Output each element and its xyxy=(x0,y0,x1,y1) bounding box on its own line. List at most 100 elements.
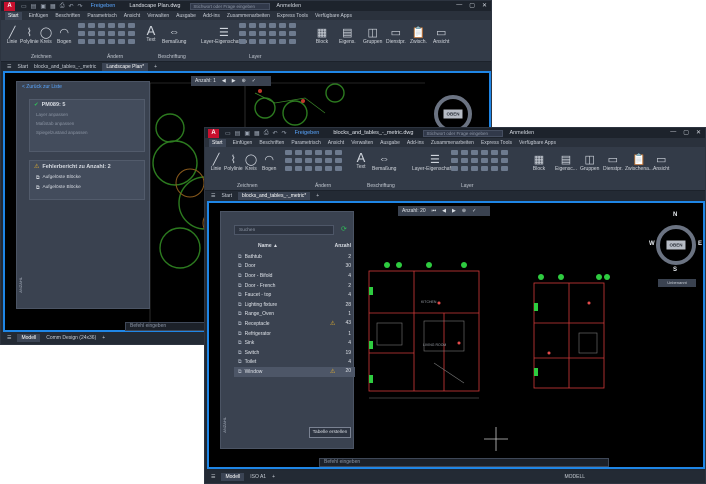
clipboard-tool[interactable]: 📋 Zwisch. xyxy=(410,25,427,46)
undo-icon[interactable]: ↶ xyxy=(69,3,74,10)
document-tab[interactable]: Landscape Plan* xyxy=(102,62,149,71)
block-tool[interactable]: ▦ Block xyxy=(315,25,329,46)
dimension-tool[interactable]: ⇔ Bemaßung xyxy=(372,152,396,172)
new-tab-icon[interactable]: + xyxy=(154,64,157,70)
tab-5[interactable]: Verwalten xyxy=(147,13,169,19)
error-item[interactable]: ⧉ Aufgelöste Blöcke xyxy=(30,172,144,184)
text-tool[interactable]: A Text xyxy=(354,150,368,171)
status-menu-icon[interactable]: ☰ xyxy=(7,335,11,341)
tab-1[interactable]: Einfügen xyxy=(29,13,49,19)
block-row[interactable]: ⧉ Toilet 4 xyxy=(234,358,355,368)
maximize-icon[interactable]: ▢ xyxy=(683,129,689,136)
block-row[interactable]: ⧉ Refrigerator 1 xyxy=(234,329,355,339)
block-row[interactable]: ⧉ Faucet - top 4 xyxy=(234,290,355,300)
back-to-list-link[interactable]: < Zurück zur Liste xyxy=(17,82,149,92)
tab-7[interactable]: Add-ins xyxy=(203,13,220,19)
groups-tool[interactable]: ◫ Gruppen xyxy=(363,25,382,46)
properties-tool[interactable]: ▤ Eigensc... xyxy=(555,152,577,173)
adjust-layer-action[interactable]: Layer anpassen xyxy=(30,110,144,119)
block-row[interactable]: ⧉ Window ⚠ 20 xyxy=(234,367,355,377)
block-tool[interactable]: ▦ Block xyxy=(532,152,546,173)
open-icon[interactable]: ▤ xyxy=(31,3,37,10)
tab-6[interactable]: Ausgabe xyxy=(176,13,196,19)
prev-arrow-icon[interactable]: ◀ xyxy=(442,208,446,214)
new-icon[interactable]: ▭ xyxy=(21,3,27,10)
view-tool[interactable]: ▭ Ansicht xyxy=(653,152,669,173)
error-item[interactable]: ⧉ Aufgelöste Blöcke xyxy=(30,184,144,192)
print-icon[interactable]: ⎙ xyxy=(264,130,269,137)
minimize-icon[interactable]: — xyxy=(670,129,676,136)
autocad-logo[interactable]: A xyxy=(208,128,219,138)
help-search-input[interactable]: Stichwort oder Frage eingeben xyxy=(423,129,504,137)
view-cube[interactable]: OBEN xyxy=(656,225,696,265)
save-as-icon[interactable]: ▦ xyxy=(50,3,56,10)
tab-2[interactable]: Beschriften xyxy=(55,13,80,19)
close-toolbar-icon[interactable]: ✓ xyxy=(252,78,256,84)
share-button[interactable]: Freigeben xyxy=(91,3,116,9)
tab-8[interactable]: Zusammenarbeiten xyxy=(227,13,270,19)
share-button[interactable]: Freigeben xyxy=(295,130,320,136)
utilities-tool[interactable]: ▭ Dienstpr. xyxy=(386,25,406,46)
tab-6[interactable]: Ausgabe xyxy=(380,140,400,146)
layout-tab[interactable]: ISO A1 xyxy=(250,474,266,480)
menu-icon[interactable]: ☰ xyxy=(7,64,11,70)
prev-arrow-icon[interactable]: ◀ xyxy=(222,78,226,84)
command-line[interactable]: Befehl eingeben xyxy=(125,322,205,331)
view-tool[interactable]: ▭ Ansicht xyxy=(433,25,449,46)
block-row[interactable]: ⧉ Door 30 xyxy=(234,262,355,272)
tab-8[interactable]: Zusammenarbeiten xyxy=(431,140,474,146)
next-arrow-icon[interactable]: ▶ xyxy=(452,208,456,214)
dimension-tool[interactable]: ⇔ Bemaßung xyxy=(162,25,186,45)
autocad-logo[interactable]: A xyxy=(4,1,15,11)
open-icon[interactable]: ▤ xyxy=(235,130,241,137)
tab-1[interactable]: Einfügen xyxy=(233,140,253,146)
tab-3[interactable]: Parametrisch xyxy=(87,13,116,19)
undo-icon[interactable]: ↶ xyxy=(273,130,278,137)
save-as-icon[interactable]: ▦ xyxy=(254,130,260,137)
zoom-icon[interactable]: ⊕ xyxy=(242,78,246,84)
tab-4[interactable]: Ansicht xyxy=(124,13,140,19)
redo-icon[interactable]: ↷ xyxy=(78,3,83,10)
tab-2[interactable]: Beschriften xyxy=(259,140,284,146)
view-cube-face[interactable]: OBEN xyxy=(443,109,463,119)
sign-in-button[interactable]: Anmelden xyxy=(276,3,301,9)
block-row[interactable]: ⧉ Door - Bifold 4 xyxy=(234,271,355,281)
minimize-icon[interactable]: — xyxy=(456,2,462,9)
ucs-dropdown[interactable]: Unbenannt xyxy=(658,279,696,287)
tab-9[interactable]: Express Tools xyxy=(481,140,512,146)
layout-tab[interactable]: Modell xyxy=(221,473,245,481)
tab-9[interactable]: Express Tools xyxy=(277,13,308,19)
tab-3[interactable]: Parametrisch xyxy=(291,140,320,146)
document-tab[interactable]: Start xyxy=(17,64,28,70)
drawing-canvas[interactable]: LIVING ROOM KITCHEN Anzahl: 20 ⏮ ◀ ▶ ⊕ ✓… xyxy=(207,201,705,469)
tab-5[interactable]: Verwalten xyxy=(351,140,373,146)
sign-in-button[interactable]: Anmelden xyxy=(509,130,534,136)
properties-tool[interactable]: ▤ Eigens. xyxy=(339,25,356,46)
block-row[interactable]: ⧉ Receptacle ⚠ 43 xyxy=(234,319,355,329)
polyline-tool[interactable]: ⌇ Polylinie xyxy=(20,25,39,46)
close-icon[interactable]: ✕ xyxy=(482,2,487,9)
clipboard-tool[interactable]: 📋 Zwischena... xyxy=(625,152,653,173)
utilities-tool[interactable]: ▭ Dienstpr. xyxy=(603,152,623,173)
tab-10[interactable]: Verfügbare Apps xyxy=(315,13,352,19)
block-search-input[interactable]: Suchen xyxy=(234,225,334,235)
save-icon[interactable]: ▣ xyxy=(244,130,250,137)
close-toolbar-icon[interactable]: ✓ xyxy=(472,208,476,214)
block-row[interactable]: ⧉ Range_Oven 1 xyxy=(234,310,355,320)
zoom-icon[interactable]: ⊕ xyxy=(462,208,466,214)
refresh-icon[interactable]: ⟳ xyxy=(341,225,347,233)
model-space-toggle[interactable]: MODELL xyxy=(564,474,585,480)
col-count-header[interactable]: Anzahl xyxy=(335,243,351,249)
block-row[interactable]: ⧉ Sink 4 xyxy=(234,338,355,348)
create-table-button[interactable]: Tabelle erstellen xyxy=(309,427,351,438)
tab-10[interactable]: Verfügbare Apps xyxy=(519,140,556,146)
close-icon[interactable]: ✕ xyxy=(696,129,701,136)
line-tool[interactable]: ╱ Linie xyxy=(5,25,19,46)
adjust-scale-action[interactable]: Maßstab anpassen xyxy=(30,119,144,128)
tab-0[interactable]: Start xyxy=(209,138,226,147)
arc-tool[interactable]: ◠ Bogen xyxy=(57,25,71,46)
groups-tool[interactable]: ◫ Gruppen xyxy=(580,152,599,173)
next-arrow-icon[interactable]: ▶ xyxy=(232,78,236,84)
help-search-input[interactable]: Stichwort oder Frage eingeben xyxy=(190,2,271,10)
adjust-mirror-action[interactable]: Spiegelzustand anpassen xyxy=(30,128,144,137)
